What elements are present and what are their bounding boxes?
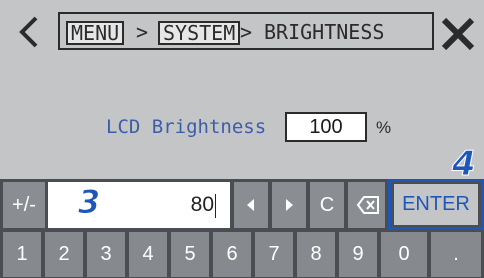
keypad-row-controls: +/- 80 C ENTER bbox=[0, 179, 484, 230]
backspace-key[interactable] bbox=[348, 182, 385, 228]
chevron-left-icon bbox=[19, 16, 38, 48]
callout-enter: 4 bbox=[452, 144, 477, 185]
digit-key-1[interactable]: 1 bbox=[3, 232, 41, 277]
digit-key-7[interactable]: 7 bbox=[255, 232, 293, 277]
sign-toggle-key[interactable]: +/- bbox=[3, 182, 45, 228]
cursor-left-key[interactable] bbox=[234, 182, 268, 228]
digit-key-8[interactable]: 8 bbox=[297, 232, 335, 277]
close-button[interactable] bbox=[438, 14, 478, 54]
close-icon bbox=[441, 17, 475, 51]
breadcrumb-menu[interactable]: MENU bbox=[66, 21, 125, 45]
digit-key-2[interactable]: 2 bbox=[45, 232, 83, 277]
digit-key-3[interactable]: 3 bbox=[87, 232, 125, 277]
cursor-right-key[interactable] bbox=[272, 182, 306, 228]
digit-key-0[interactable]: 0 bbox=[381, 232, 427, 277]
breadcrumb-system[interactable]: SYSTEM bbox=[158, 21, 241, 45]
breadcrumb-brightness: BRIGHTNESS bbox=[264, 20, 385, 44]
breadcrumb-separator: > bbox=[136, 20, 149, 44]
lcd-brightness-value[interactable]: 100 bbox=[285, 112, 367, 142]
breadcrumb: MENU > SYSTEM > BRIGHTNESS bbox=[58, 12, 434, 50]
brightness-panel: LCD Brightness 100 % bbox=[0, 64, 484, 178]
header: MENU > SYSTEM > BRIGHTNESS bbox=[0, 0, 484, 64]
digit-key-9[interactable]: 9 bbox=[339, 232, 377, 277]
numeric-input[interactable]: 80 bbox=[48, 182, 230, 228]
arrow-right-icon bbox=[286, 199, 293, 211]
digit-key-5[interactable]: 5 bbox=[171, 232, 209, 277]
numeric-keypad: +/- 80 C ENTER 1 2 3 4 5 6 7 8 9 0 . bbox=[0, 179, 484, 278]
enter-highlight: ENTER bbox=[388, 179, 484, 230]
decimal-point-key[interactable]: . bbox=[431, 232, 481, 277]
digit-key-6[interactable]: 6 bbox=[213, 232, 251, 277]
backspace-icon bbox=[356, 196, 379, 214]
text-caret bbox=[215, 194, 216, 218]
digit-key-4[interactable]: 4 bbox=[129, 232, 167, 277]
numeric-input-value: 80 bbox=[190, 193, 214, 216]
lcd-brightness-label: LCD Brightness bbox=[106, 116, 267, 138]
enter-key[interactable]: ENTER bbox=[394, 184, 478, 225]
callout-input: 3 bbox=[77, 183, 101, 222]
unit-label: % bbox=[376, 118, 392, 137]
back-button[interactable] bbox=[14, 14, 46, 50]
breadcrumb-separator: > bbox=[240, 20, 253, 44]
keypad-row-digits: 1 2 3 4 5 6 7 8 9 0 . bbox=[0, 231, 484, 278]
clear-key[interactable]: C bbox=[310, 182, 344, 228]
arrow-left-icon bbox=[247, 199, 254, 211]
